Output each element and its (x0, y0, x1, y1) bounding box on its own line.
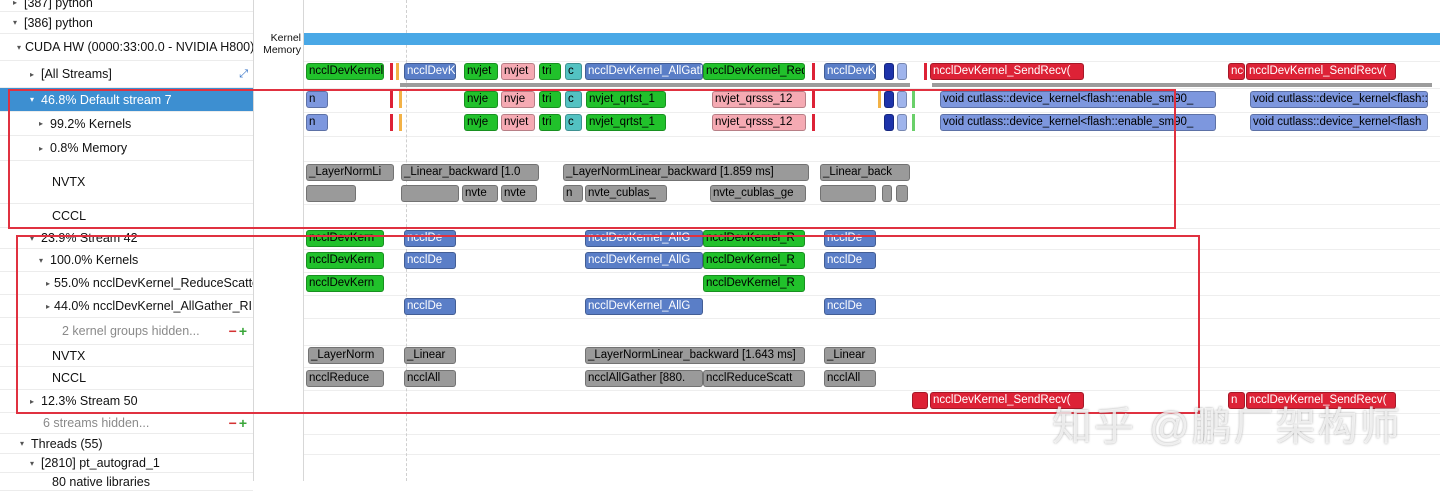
row-divider (304, 454, 1440, 455)
kernel-tick[interactable] (924, 63, 927, 80)
tree-row-process-386[interactable]: ▾ [386] python (0, 12, 253, 34)
kernel-block[interactable]: ncclDevKernel_ReduceScatter (703, 63, 805, 80)
tree-row-label: [386] python (24, 15, 93, 30)
row-divider (304, 61, 1440, 62)
kernel-block[interactable] (884, 63, 894, 80)
collapse-arrow-icon[interactable]: ▾ (27, 459, 37, 468)
kernel-block[interactable]: ncclDevKernel_ReduceScatter (306, 63, 384, 80)
kernel-block[interactable]: nvjet (464, 63, 498, 80)
kernel-tick[interactable] (396, 63, 399, 80)
kernel-block[interactable]: ncclDevKernel (824, 63, 876, 80)
collapse-minus-button[interactable]: − (229, 415, 237, 431)
kernel-block[interactable]: c (565, 63, 582, 80)
kernel-block[interactable] (897, 63, 907, 80)
highlight-box-stream-42 (16, 235, 1200, 414)
tree-row-threads[interactable]: ▾ Threads (55) (0, 434, 253, 454)
tree-row-hidden-streams[interactable]: 6 streams hidden... − + (0, 413, 253, 434)
stream-activity-bar (400, 83, 910, 87)
tree-row-label: 80 native libraries (52, 474, 150, 489)
tree-row-label: [2810] pt_autograd_1 (41, 456, 160, 470)
tree-row-label: 6 streams hidden... (43, 416, 150, 430)
kernel-memory-label: Kernel Memory (263, 32, 301, 56)
kernel-block[interactable]: ncclDevKernel_AllGather (404, 63, 456, 80)
collapse-arrow-icon[interactable]: ▾ (10, 18, 20, 27)
tree-row-label: Threads (55) (31, 436, 103, 451)
highlight-box-default-stream (8, 89, 1176, 229)
kernel-block[interactable]: void cutlass::device_kernel<flash::enabl… (1250, 91, 1428, 108)
tree-row-native-libraries[interactable]: 80 native libraries (0, 473, 253, 491)
expand-plus-button[interactable]: + (239, 415, 247, 431)
kernel-block[interactable]: void cutlass::device_kernel<flash (1250, 114, 1428, 131)
expand-arrow-icon[interactable]: ▸ (27, 70, 37, 79)
link-icon[interactable]: ⤢ (239, 68, 248, 81)
tree-row-label: [All Streams] (41, 67, 112, 81)
tree-row-all-streams[interactable]: ▸ [All Streams] ⤢ (0, 61, 253, 88)
kernel-memory-utilization-strip (304, 33, 1440, 45)
kernel-block[interactable]: ncclDevKernel_AllGather (585, 63, 703, 80)
kernel-tick[interactable] (390, 63, 393, 80)
stream-activity-bar (932, 83, 1432, 87)
collapse-arrow-icon[interactable]: ▾ (17, 439, 27, 448)
tree-row-cuda-hw[interactable]: ▾ CUDA HW (0000:33:00.0 - NVIDIA H800) (0, 34, 253, 61)
collapse-arrow-icon[interactable]: ▾ (17, 43, 21, 52)
tree-row-label: [387] python (24, 0, 93, 10)
kernel-block[interactable]: tri (539, 63, 561, 80)
kernel-block[interactable]: ncclDevKernel_SendRecv( (930, 63, 1084, 80)
tree-row-process-387[interactable]: ▸ [387] python (0, 0, 253, 12)
kernel-tick[interactable] (812, 63, 815, 80)
kernel-block[interactable]: nvjet (501, 63, 535, 80)
kernel-block[interactable]: ncclDevKernel_SendRecv( (1246, 63, 1396, 80)
kernel-block[interactable]: nccl (1228, 63, 1245, 80)
tree-row-label: CUDA HW (0000:33:00.0 - NVIDIA H800) (25, 40, 253, 54)
watermark-text: 知乎 @鹏厂架构师 (1052, 405, 1402, 449)
expand-arrow-icon[interactable]: ▸ (10, 0, 20, 7)
tree-row-pt-autograd[interactable]: ▾ [2810] pt_autograd_1 (0, 454, 253, 473)
